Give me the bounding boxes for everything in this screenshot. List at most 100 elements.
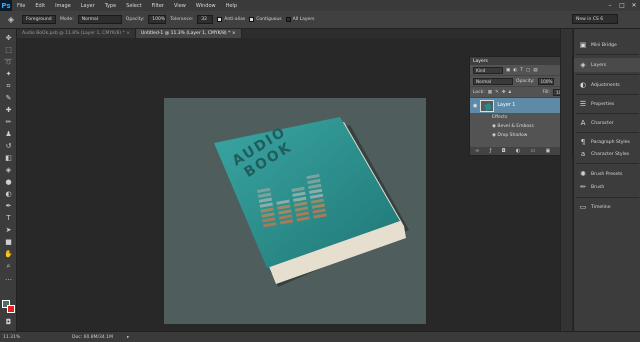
layer-filter-row: Kind ▣ ◐ T ▢ ▤ bbox=[470, 65, 572, 76]
blend-mode-select[interactable]: Normal bbox=[473, 77, 513, 85]
mode-select[interactable]: Normal bbox=[77, 15, 122, 24]
status-arrow-icon[interactable]: ▸ bbox=[127, 335, 129, 340]
add-style-icon[interactable]: ƒ bbox=[490, 148, 492, 154]
history-brush-tool-icon[interactable]: ↺ bbox=[3, 141, 14, 151]
dock-brush[interactable]: ✏ Brush bbox=[574, 180, 640, 194]
panel-collapse-strip[interactable] bbox=[560, 29, 572, 331]
eye-icon[interactable]: ◉ bbox=[492, 133, 496, 138]
dock-adjustments[interactable]: ◐ Adjustments bbox=[574, 78, 640, 92]
blend-opacity-row: Normal Opacity: 100% bbox=[470, 76, 572, 87]
minimize-icon[interactable]: – bbox=[604, 0, 616, 11]
link-icon[interactable]: ∞ bbox=[475, 148, 479, 154]
background-color-swatch[interactable] bbox=[7, 305, 15, 313]
menu-select[interactable]: Select bbox=[121, 3, 146, 9]
zoom-level[interactable]: 11.31% bbox=[0, 335, 30, 340]
dock-properties[interactable]: ☰ Properties bbox=[574, 97, 640, 111]
maximize-icon[interactable]: □ bbox=[616, 0, 628, 11]
add-mask-icon[interactable]: ◘ bbox=[502, 148, 506, 154]
tab-audio-book[interactable]: Audio BoOk.psb @ 11.8% (Layer 1, CMYK/8)… bbox=[17, 29, 136, 38]
quick-mask-icon[interactable]: ◘ bbox=[3, 317, 14, 327]
eyedropper-tool-icon[interactable]: ✎ bbox=[3, 93, 14, 103]
photoshop-logo: Ps bbox=[0, 0, 12, 11]
menu-window[interactable]: Window bbox=[191, 3, 221, 9]
group-icon[interactable]: ▭ bbox=[530, 148, 535, 154]
eye-icon[interactable]: ◉ bbox=[473, 103, 477, 109]
lock-position-icon[interactable]: ✥ bbox=[502, 90, 506, 95]
dock-layers[interactable]: ◈ Layers bbox=[574, 58, 640, 72]
fill-source-select[interactable]: Foreground bbox=[22, 15, 56, 24]
filter-type-icon[interactable]: T bbox=[520, 68, 523, 73]
rectangle-tool-icon[interactable]: ■ bbox=[3, 237, 14, 247]
magic-wand-tool-icon[interactable]: ✦ bbox=[3, 69, 14, 79]
paint-bucket-tool-icon[interactable]: ◈ bbox=[3, 165, 14, 175]
antialias-checkbox[interactable]: Anti-alias bbox=[217, 17, 245, 22]
opacity-label: Opacity: bbox=[125, 17, 145, 22]
path-selection-tool-icon[interactable]: ➤ bbox=[3, 225, 14, 235]
dock-mini-bridge[interactable]: ▣ Mini Bridge bbox=[574, 38, 640, 52]
new-layer-icon[interactable]: ▣ bbox=[545, 148, 550, 154]
menu-view[interactable]: View bbox=[169, 3, 191, 9]
effect-shadow-row[interactable]: ◉ Drop Shadow bbox=[470, 131, 572, 140]
menu-file[interactable]: File bbox=[12, 3, 30, 9]
menu-help[interactable]: Help bbox=[221, 3, 242, 9]
checkbox-icon bbox=[249, 17, 255, 22]
layer-opacity-input[interactable]: 100% bbox=[537, 77, 554, 85]
close-icon[interactable]: × bbox=[126, 31, 130, 36]
menu-filter[interactable]: Filter bbox=[147, 3, 169, 9]
filter-adjustment-icon[interactable]: ◐ bbox=[513, 68, 517, 73]
extra-tools-icon[interactable]: … bbox=[3, 273, 14, 283]
dock-brush-presets[interactable]: ✺ Brush Presets bbox=[574, 167, 640, 181]
timeline-icon: ▭ bbox=[579, 203, 587, 211]
lasso-tool-icon[interactable]: ➰ bbox=[3, 57, 14, 67]
marquee-tool-icon[interactable]: ⬚ bbox=[3, 45, 14, 55]
close-icon[interactable]: × bbox=[232, 31, 236, 36]
dock-character-styles[interactable]: a Character Styles bbox=[574, 147, 640, 161]
all-layers-checkbox[interactable]: All Layers bbox=[285, 17, 315, 22]
filter-smart-object-icon[interactable]: ▤ bbox=[533, 68, 537, 73]
menu-edit[interactable]: Edit bbox=[30, 3, 50, 9]
eraser-tool-icon[interactable]: ◧ bbox=[3, 153, 14, 163]
adjustments-icon: ◐ bbox=[579, 81, 587, 89]
contiguous-checkbox[interactable]: Contiguous bbox=[249, 17, 282, 22]
paint-bucket-icon[interactable]: ◈ bbox=[4, 14, 18, 26]
opacity-input[interactable]: 100% bbox=[148, 15, 167, 24]
close-icon[interactable]: ✕ bbox=[628, 0, 640, 11]
filter-shape-icon[interactable]: ▢ bbox=[526, 68, 530, 73]
document-canvas[interactable]: AUDIO BOOK bbox=[164, 98, 426, 324]
tolerance-input[interactable]: 32 bbox=[197, 15, 214, 24]
kind-filter-select[interactable]: Kind bbox=[473, 66, 503, 74]
lock-all-icon[interactable]: 🔒︎ bbox=[509, 89, 511, 95]
opacity-label: Opacity: bbox=[516, 78, 535, 84]
adjustment-layer-icon[interactable]: ◐ bbox=[516, 148, 520, 154]
menu-image[interactable]: Image bbox=[50, 3, 76, 9]
clone-stamp-tool-icon[interactable]: ♟ bbox=[3, 129, 14, 139]
options-bar: ◈ Foreground Mode: Normal Opacity: 100% … bbox=[0, 11, 640, 29]
lock-transparent-icon[interactable]: ▦ bbox=[488, 90, 492, 95]
type-tool-icon[interactable]: T bbox=[3, 213, 14, 223]
menu-type[interactable]: Type bbox=[100, 3, 121, 9]
zoom-tool-icon[interactable]: ⌕ bbox=[3, 261, 14, 271]
brush-icon: ✏ bbox=[580, 183, 586, 191]
layers-panel-title: Layers bbox=[473, 58, 488, 64]
dock-timeline[interactable]: ▭ Timeline bbox=[574, 200, 640, 214]
blur-tool-icon[interactable]: ● bbox=[3, 177, 14, 187]
dock-character[interactable]: A Character bbox=[574, 116, 640, 130]
layer-row-layer-1[interactable]: ◉ Layer 1 fx bbox=[470, 98, 572, 113]
effects-row[interactable]: Effects bbox=[470, 113, 572, 122]
crop-tool-icon[interactable]: ⌗ bbox=[3, 81, 14, 91]
menu-layer[interactable]: Layer bbox=[76, 3, 100, 9]
filter-pixel-icon[interactable]: ▣ bbox=[506, 68, 510, 73]
eye-icon[interactable]: ◉ bbox=[492, 124, 496, 129]
character-icon: A bbox=[580, 119, 586, 127]
effect-bevel-row[interactable]: ◉ Bevel & Emboss bbox=[470, 122, 572, 131]
dodge-tool-icon[interactable]: ◐ bbox=[3, 189, 14, 199]
hand-tool-icon[interactable]: ✋ bbox=[3, 249, 14, 259]
workspace-select[interactable]: New in CS 6 bbox=[572, 14, 618, 24]
lock-image-icon[interactable]: ✎ bbox=[495, 90, 499, 95]
tab-untitled-1[interactable]: Untitled-1 @ 11.3% (Layer 1, CMYK/8) * × bbox=[136, 29, 242, 38]
pen-tool-icon[interactable]: ✒ bbox=[3, 201, 14, 211]
layers-panel-header: Layers ≡ bbox=[470, 57, 572, 65]
move-tool-icon[interactable]: ✥ bbox=[3, 33, 14, 43]
brush-tool-icon[interactable]: ✏ bbox=[3, 117, 14, 127]
healing-brush-tool-icon[interactable]: ✚ bbox=[3, 105, 14, 115]
